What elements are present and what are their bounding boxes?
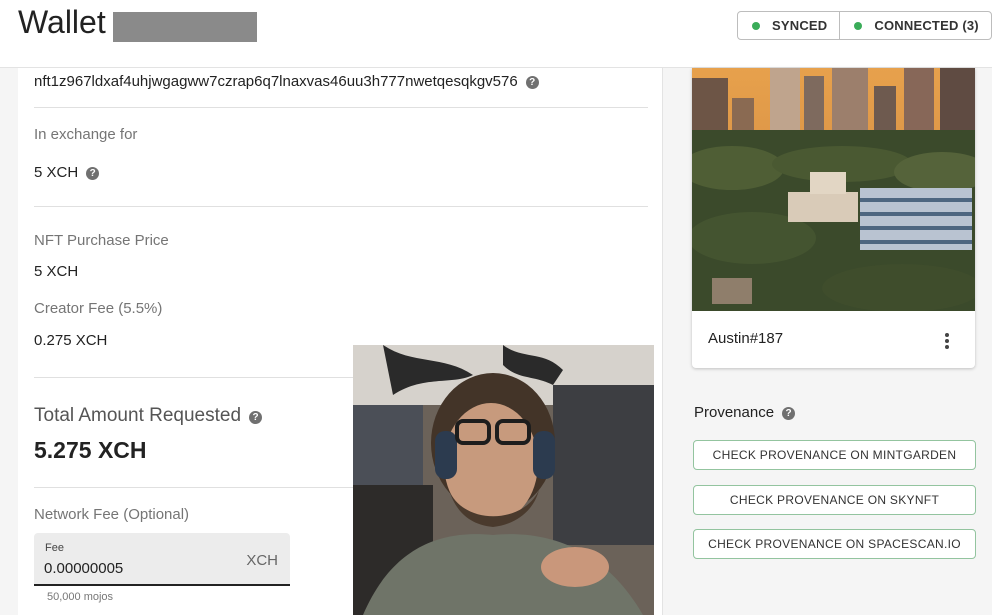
total-value: 5.275 XCH — [34, 437, 147, 463]
more-vert-icon[interactable] — [939, 331, 955, 351]
help-circle-icon[interactable]: ? — [249, 411, 263, 424]
nft-preview-panel: Austin#187 Provenance? CHECK PROVENANCE … — [664, 68, 992, 615]
page-title: Wallet — [18, 4, 106, 40]
fee-unit: XCH — [246, 552, 278, 569]
divider — [34, 107, 648, 108]
connected-label: CONNECTED (3) — [874, 18, 979, 33]
check-provenance-skynft-button[interactable]: CHECK PROVENANCE ON SKYNFT — [693, 485, 976, 515]
help-circle-icon[interactable]: ? — [86, 167, 100, 180]
creator-fee-label: Creator Fee (5.5%) — [34, 300, 163, 317]
network-status-group: SYNCED CONNECTED (3) — [737, 11, 992, 40]
purchase-price-label: NFT Purchase Price — [34, 232, 169, 249]
provenance-title: Provenance? — [694, 404, 796, 421]
divider — [34, 206, 648, 207]
connected-status-chip[interactable]: CONNECTED (3) — [839, 12, 990, 39]
check-provenance-mintgarden-button[interactable]: CHECK PROVENANCE ON MINTGARDEN — [693, 440, 976, 470]
fee-field[interactable]: Fee XCH — [34, 533, 290, 586]
synced-status-chip[interactable]: SYNCED — [738, 12, 839, 39]
webcam-video-overlay — [353, 345, 654, 615]
nft-id-row: nft1z967ldxaf4uhjwgagww7czrap6q7lnaxvas4… — [34, 73, 539, 90]
fee-field-label: Fee — [45, 542, 64, 554]
help-circle-icon[interactable]: ? — [525, 76, 539, 89]
help-circle-icon[interactable]: ? — [782, 407, 796, 420]
redacted-wallet-name — [113, 12, 257, 42]
purchase-price-value: 5 XCH — [34, 263, 79, 280]
status-dot-icon — [854, 21, 863, 30]
check-provenance-spacescan-button[interactable]: CHECK PROVENANCE ON SPACESCAN.IO — [693, 529, 976, 559]
exchange-label: In exchange for — [34, 126, 138, 143]
fee-mojos-helper: 50,000 mojos — [47, 591, 114, 603]
provenance-label: Provenance — [694, 404, 775, 421]
nft-card[interactable]: Austin#187 — [692, 68, 975, 368]
nft-artwork-image[interactable] — [692, 68, 975, 311]
creator-fee-value: 0.275 XCH — [34, 332, 108, 349]
status-dot-icon — [752, 21, 760, 30]
nft-id: nft1z967ldxaf4uhjwgagww7czrap6q7lnaxvas4… — [34, 73, 518, 90]
fee-input[interactable] — [44, 557, 234, 579]
exchange-value: 5 XCH — [34, 164, 79, 181]
network-fee-label: Network Fee (Optional) — [34, 506, 190, 523]
nft-name: Austin#187 — [708, 330, 784, 347]
synced-label: SYNCED — [772, 18, 828, 33]
total-label: Total Amount Requested — [34, 405, 242, 426]
exchange-row: 5 XCH? — [34, 164, 100, 181]
total-label-row: Total Amount Requested? — [34, 405, 263, 427]
app-header: Wallet SYNCED CONNECTED (3) — [0, 0, 992, 68]
